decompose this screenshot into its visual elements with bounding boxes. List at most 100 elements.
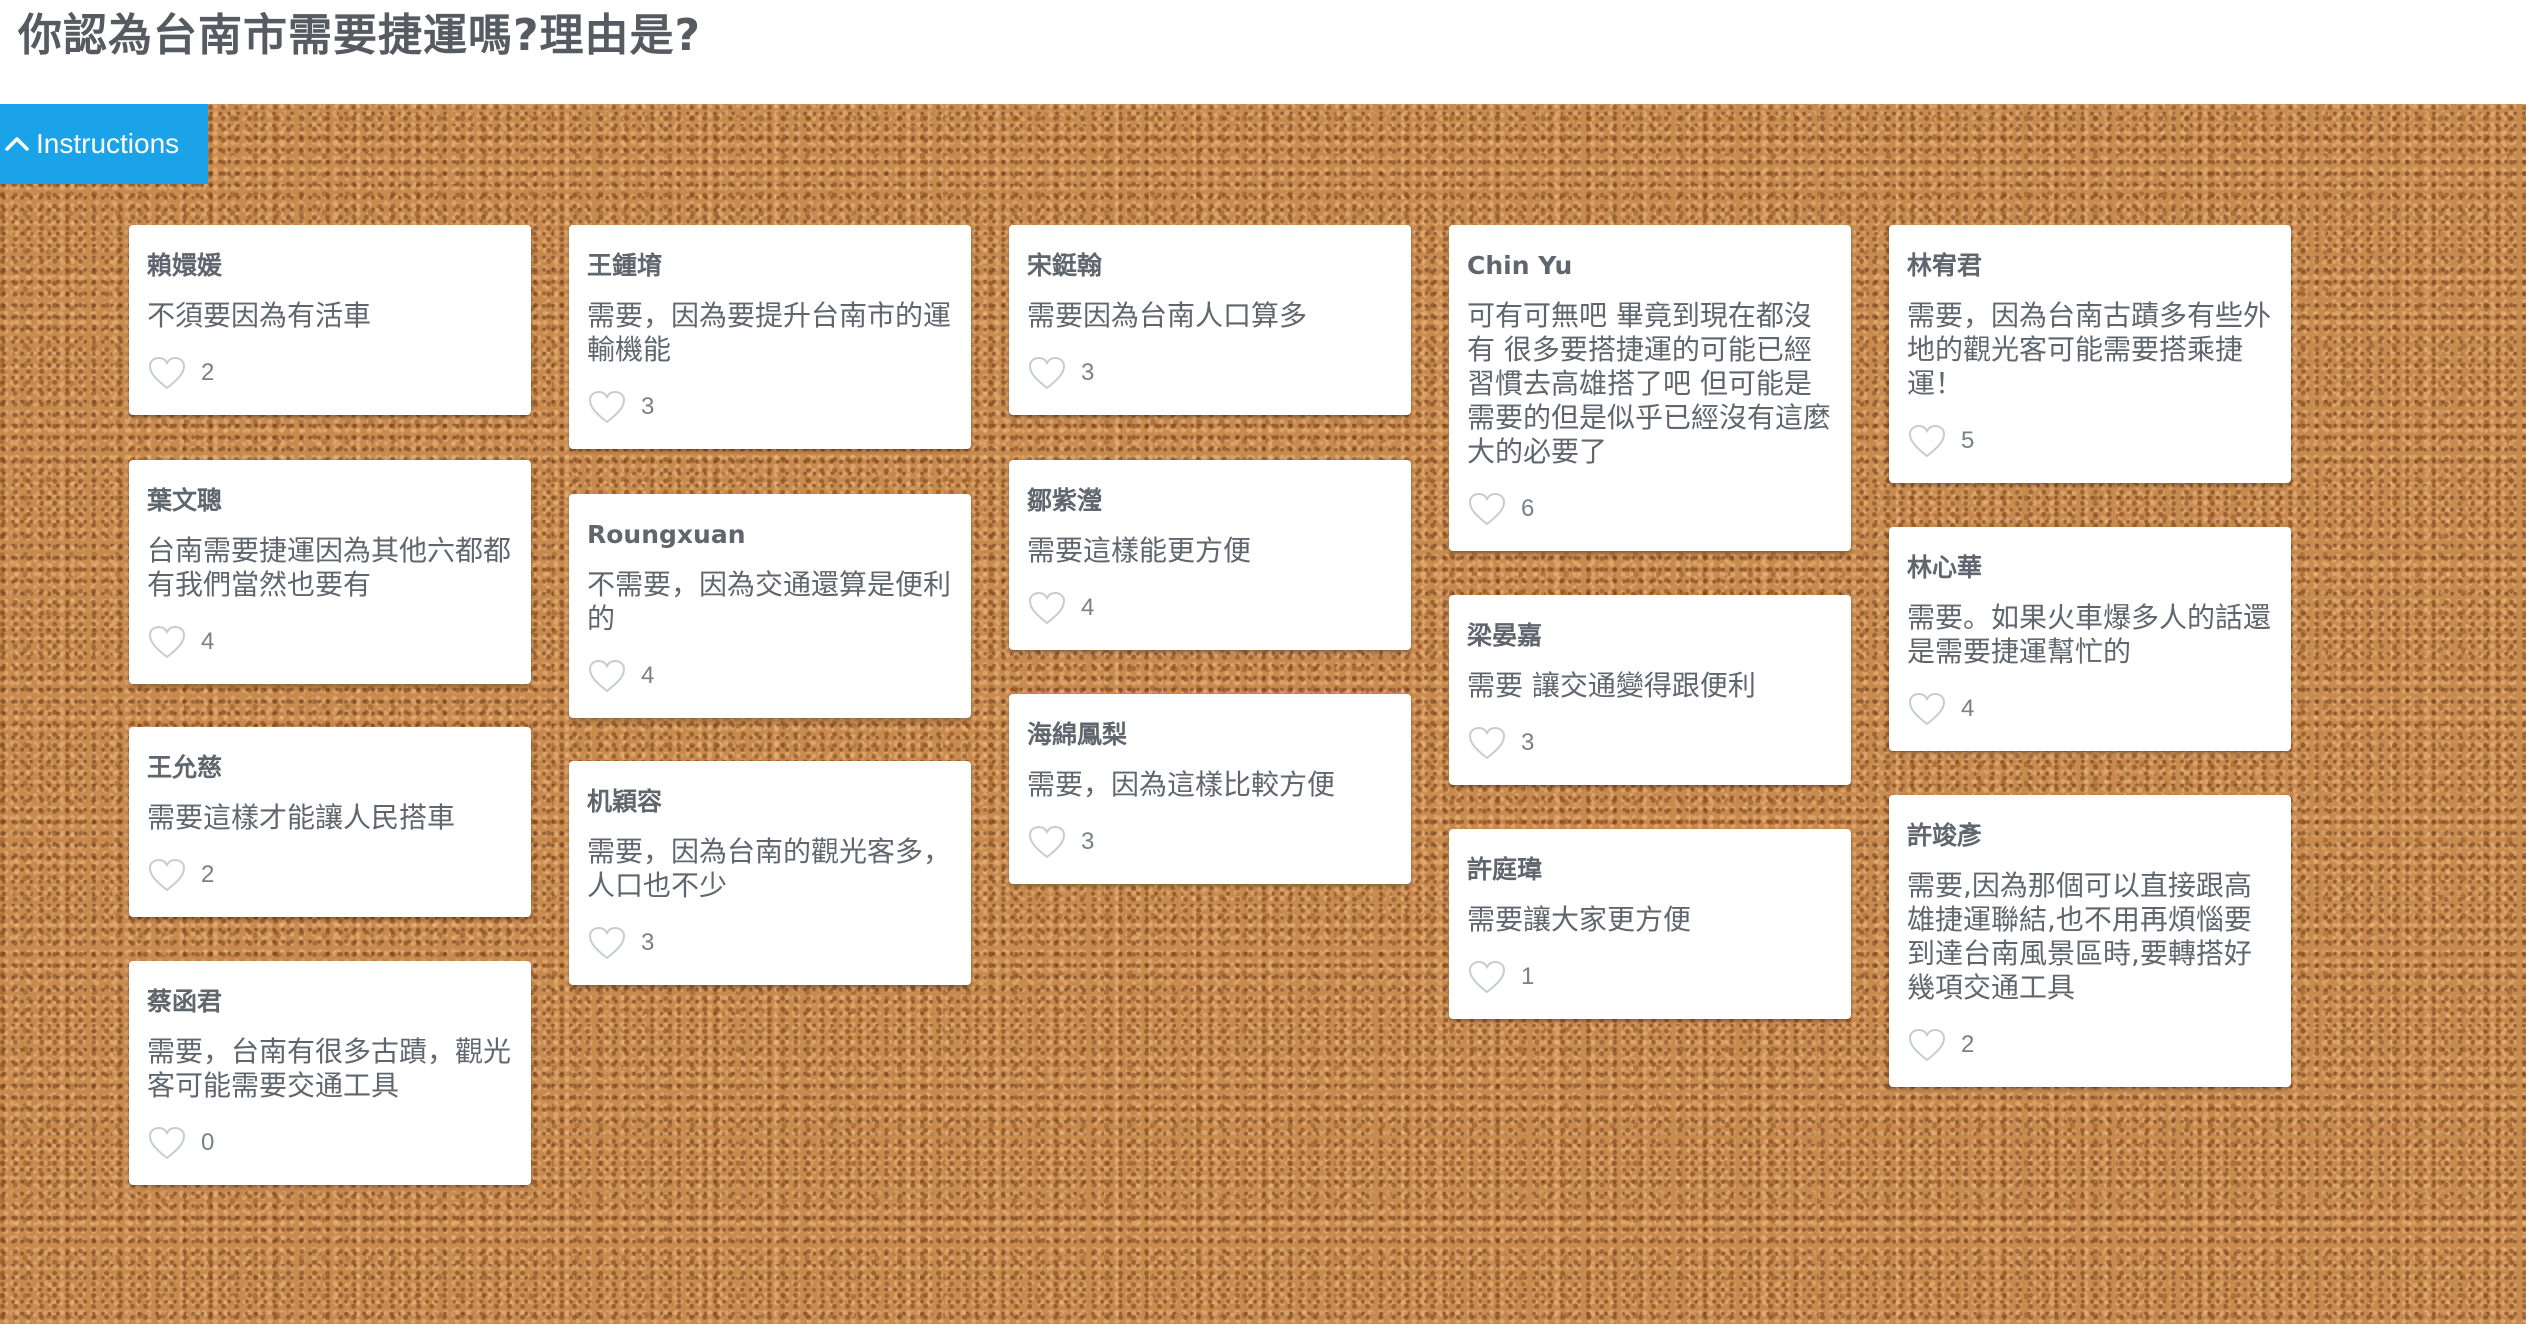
like-count: 2: [201, 359, 215, 386]
post-author: 王允慈: [147, 753, 223, 782]
post-author: 王鍾堉: [587, 251, 663, 280]
post-author: 梁晏嘉: [1467, 621, 1543, 650]
like-count: 6: [1521, 495, 1535, 522]
post-text: 不須要因為有活車: [147, 299, 372, 332]
post-card[interactable]: 梁晏嘉 需要 讓交通變得跟便利 3: [1449, 595, 1851, 785]
post-card[interactable]: Chin Yu 可有可無吧 畢竟到現在都沒有 很多要搭捷運的可能已經習慣去高雄搭…: [1449, 225, 1851, 551]
post-text: 需要這樣才能讓人民搭車: [147, 801, 456, 834]
heart-icon[interactable]: [147, 355, 187, 391]
post-author: 林心華: [1907, 553, 1983, 582]
like-row: 2: [1907, 1025, 2273, 1065]
post-author: 机穎容: [587, 787, 663, 816]
like-row: 3: [1027, 822, 1393, 862]
like-count: 0: [201, 1129, 215, 1156]
post-card[interactable]: 王允慈 需要這樣才能讓人民搭車 2: [129, 727, 531, 917]
heart-icon[interactable]: [1467, 959, 1507, 995]
like-count: 5: [1961, 427, 1975, 454]
post-text: 需要，因為台南古蹟多有些外地的觀光客可能需要搭乘捷運！: [1907, 299, 2272, 400]
like-row: 3: [1467, 723, 1833, 763]
post-text: 需要因為台南人口算多: [1027, 299, 1308, 332]
post-text: 不需要，因為交通還算是便利的: [587, 568, 952, 635]
post-card[interactable]: 鄒紫瀅 需要這樣能更方便 4: [1009, 460, 1411, 650]
heart-icon[interactable]: [1467, 725, 1507, 761]
like-count: 4: [201, 628, 215, 655]
like-count: 4: [1961, 695, 1975, 722]
post-text: 需要。如果火車爆多人的話還是需要捷運幫忙的: [1907, 601, 2272, 668]
like-count: 2: [1961, 1031, 1975, 1058]
post-card[interactable]: 宋鋌翰 需要因為台南人口算多 3: [1009, 225, 1411, 415]
like-row: 3: [1027, 353, 1393, 393]
post-text: 可有可無吧 畢竟到現在都沒有 很多要搭捷運的可能已經習慣去高雄搭了吧 但可能是需…: [1467, 299, 1832, 468]
heart-icon[interactable]: [147, 624, 187, 660]
post-text: 需要讓大家更方便: [1467, 903, 1692, 936]
like-count: 3: [1521, 729, 1535, 756]
post-text: 需要，因為這樣比較方便: [1027, 768, 1336, 801]
instructions-toggle[interactable]: Instructions: [0, 104, 208, 184]
post-author: 宋鋌翰: [1027, 251, 1103, 280]
header-bar: 你認為台南市需要捷運嗎?理由是?: [0, 0, 2526, 104]
instructions-label: Instructions: [36, 128, 180, 159]
post-card[interactable]: 許竣彥 需要,因為那個可以直接跟高雄捷運聯結,也不用再煩惱要到達台南風景區時,要…: [1889, 795, 2291, 1087]
like-row: 4: [147, 622, 513, 662]
post-card[interactable]: Roungxuan 不需要，因為交通還算是便利的 4: [569, 494, 971, 718]
post-author: Chin Yu: [1467, 251, 1573, 280]
like-row: 4: [1027, 588, 1393, 628]
post-card[interactable]: 賴嬛媛 不須要因為有活車 2: [129, 225, 531, 415]
heart-icon[interactable]: [1027, 590, 1067, 626]
heart-icon[interactable]: [147, 1125, 187, 1161]
like-count: 3: [641, 929, 655, 956]
page-title: 你認為台南市需要捷運嗎?理由是?: [18, 10, 702, 61]
post-card[interactable]: 海綿鳳梨 需要，因為這樣比較方便 3: [1009, 694, 1411, 884]
post-author: 許竣彥: [1907, 821, 1983, 850]
heart-icon[interactable]: [147, 857, 187, 893]
post-text: 需要，因為要提升台南市的運輸機能: [587, 299, 952, 366]
post-card[interactable]: 林心華 需要。如果火車爆多人的話還是需要捷運幫忙的 4: [1889, 527, 2291, 751]
like-row: 4: [587, 656, 953, 696]
heart-icon[interactable]: [1027, 355, 1067, 391]
like-row: 5: [1907, 421, 2273, 461]
like-row: 2: [147, 855, 513, 895]
post-card[interactable]: 蔡函君 需要，台南有很多古蹟，觀光客可能需要交通工具 0: [129, 961, 531, 1185]
post-card[interactable]: 許庭瑋 需要讓大家更方便 1: [1449, 829, 1851, 1019]
like-count: 4: [1081, 594, 1095, 621]
post-author: 許庭瑋: [1467, 855, 1543, 884]
heart-icon[interactable]: [1027, 824, 1067, 860]
like-count: 3: [1081, 359, 1095, 386]
post-author: 鄒紫瀅: [1027, 486, 1103, 515]
heart-icon[interactable]: [1907, 691, 1947, 727]
post-author: Roungxuan: [587, 520, 746, 549]
post-text: 需要這樣能更方便: [1027, 534, 1252, 567]
heart-icon[interactable]: [1907, 423, 1947, 459]
post-card[interactable]: 葉文聰 台南需要捷運因為其他六都都有我們當然也要有 4: [129, 460, 531, 684]
like-count: 4: [641, 662, 655, 689]
post-text: 需要，台南有很多古蹟，觀光客可能需要交通工具: [147, 1035, 512, 1102]
like-row: 3: [587, 923, 953, 963]
post-card[interactable]: 王鍾堉 需要，因為要提升台南市的運輸機能 3: [569, 225, 971, 449]
heart-icon[interactable]: [587, 658, 627, 694]
post-author: 林宥君: [1907, 251, 1983, 280]
like-row: 4: [1907, 689, 2273, 729]
post-card[interactable]: 林宥君 需要，因為台南古蹟多有些外地的觀光客可能需要搭乘捷運！ 5: [1889, 225, 2291, 483]
heart-icon[interactable]: [587, 389, 627, 425]
chevron-up-icon: [5, 137, 29, 151]
like-count: 3: [1081, 828, 1095, 855]
like-row: 2: [147, 353, 513, 393]
like-row: 0: [147, 1123, 513, 1163]
post-text: 需要,因為那個可以直接跟高雄捷運聯結,也不用再煩惱要到達台南風景區時,要轉搭好幾…: [1907, 869, 2252, 1004]
heart-icon[interactable]: [1467, 491, 1507, 527]
heart-icon[interactable]: [1907, 1027, 1947, 1063]
like-row: 3: [587, 387, 953, 427]
like-count: 3: [641, 393, 655, 420]
post-author: 海綿鳳梨: [1027, 720, 1128, 749]
post-text: 需要，因為台南的觀光客多，人口也不少: [587, 835, 952, 902]
post-card[interactable]: 机穎容 需要，因為台南的觀光客多，人口也不少 3: [569, 761, 971, 985]
post-author: 葉文聰: [147, 486, 223, 515]
like-count: 1: [1521, 963, 1535, 990]
like-count: 2: [201, 861, 215, 888]
post-text: 需要 讓交通變得跟便利: [1467, 669, 1756, 702]
like-row: 1: [1467, 957, 1833, 997]
post-author: 賴嬛媛: [147, 251, 223, 280]
post-author: 蔡函君: [147, 987, 223, 1016]
heart-icon[interactable]: [587, 925, 627, 961]
post-text: 台南需要捷運因為其他六都都有我們當然也要有: [147, 534, 512, 601]
